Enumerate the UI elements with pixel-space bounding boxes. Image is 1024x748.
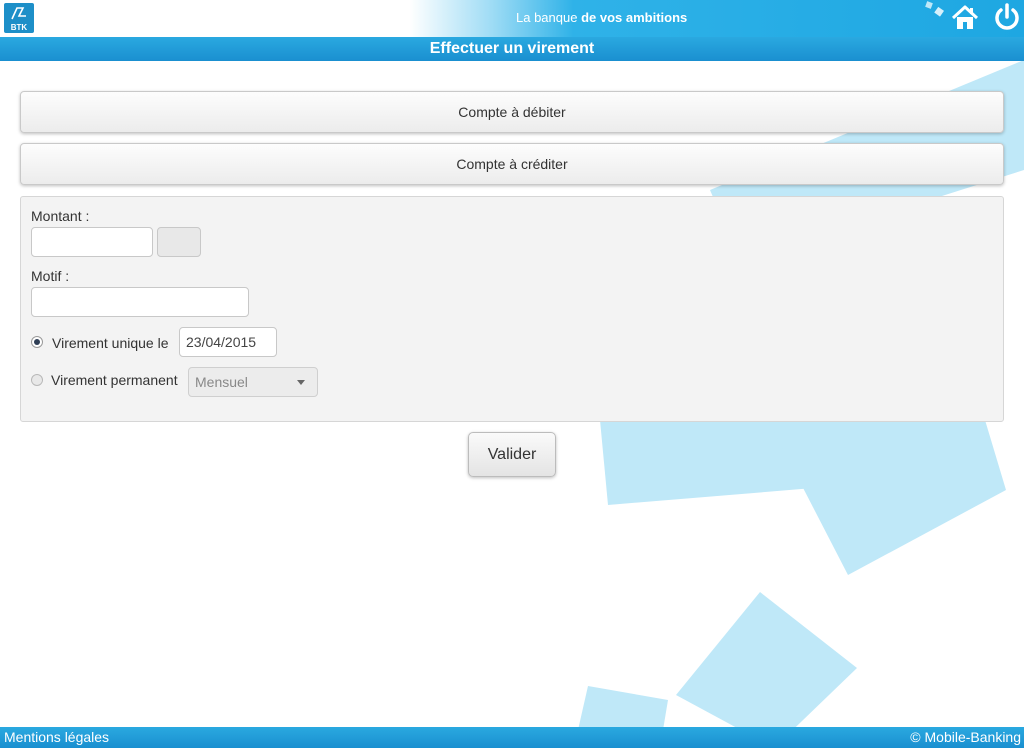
- page-title: Effectuer un virement: [0, 37, 1024, 61]
- top-bar: BTK La banque de vos ambitions: [0, 0, 1024, 37]
- transfer-form: Montant : Motif : Virement unique le 23/…: [20, 196, 1004, 422]
- debit-account-button[interactable]: Compte à débiter: [20, 91, 1004, 133]
- date-input[interactable]: 23/04/2015: [179, 327, 277, 357]
- single-transfer-label[interactable]: Virement unique le: [52, 335, 168, 351]
- reason-label: Motif :: [31, 268, 70, 284]
- credit-account-button[interactable]: Compte à créditer: [20, 143, 1004, 185]
- frequency-select[interactable]: Mensuel: [188, 367, 318, 397]
- home-icon[interactable]: [950, 3, 980, 33]
- permanent-transfer-radio[interactable]: [31, 374, 43, 386]
- btk-logo: BTK: [4, 3, 34, 33]
- currency-box: [157, 227, 201, 257]
- amount-label: Montant :: [31, 208, 90, 224]
- legal-notice-link[interactable]: Mentions légales: [4, 727, 109, 748]
- frequency-value: Mensuel: [195, 374, 248, 390]
- logo-text: BTK: [10, 23, 28, 32]
- copyright: © Mobile-Banking: [910, 729, 1021, 745]
- tagline-bold: de vos ambitions: [581, 10, 688, 25]
- tagline: La banque de vos ambitions: [516, 10, 687, 25]
- permanent-transfer-label[interactable]: Virement permanent: [51, 372, 178, 388]
- tagline-prefix: La banque: [516, 10, 582, 25]
- single-transfer-radio[interactable]: [31, 336, 43, 348]
- reason-input[interactable]: [31, 287, 249, 317]
- footer: Mentions légales © Mobile-Banking: [0, 727, 1024, 748]
- amount-input[interactable]: [31, 227, 153, 257]
- power-icon[interactable]: [992, 2, 1022, 32]
- chevron-down-icon: [297, 380, 305, 385]
- validate-button[interactable]: Valider: [468, 432, 556, 477]
